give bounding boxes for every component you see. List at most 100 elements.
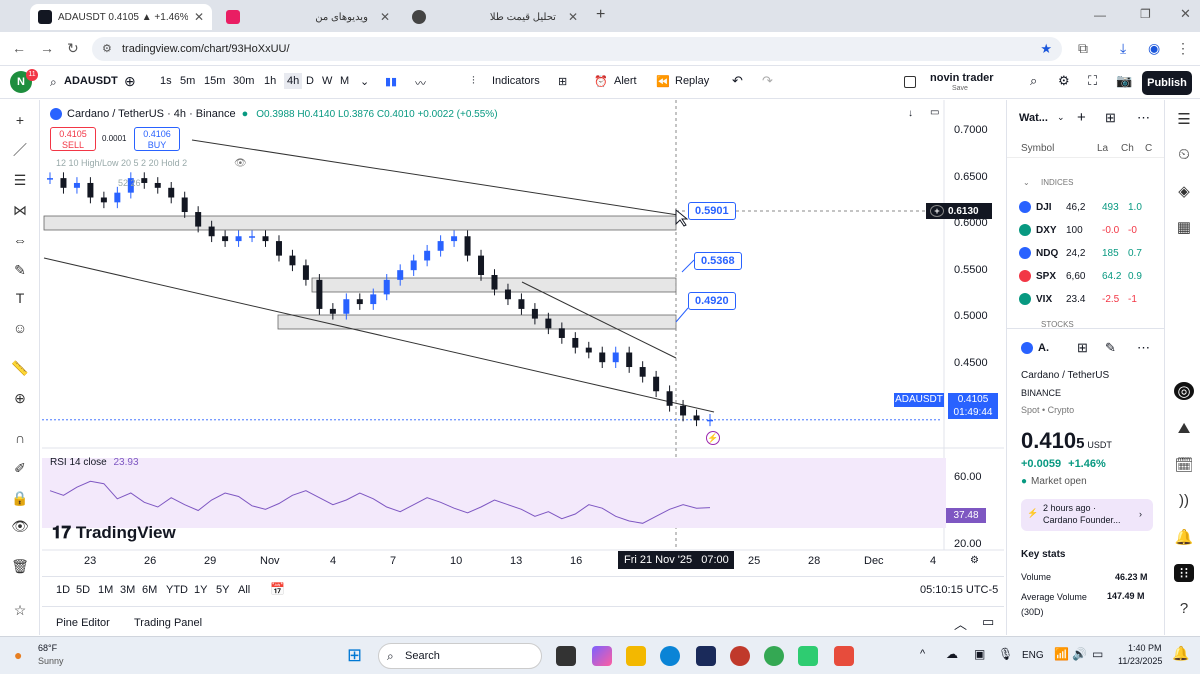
emoji-icon[interactable]: ☺ — [10, 318, 30, 338]
onedrive-icon[interactable]: ☁ — [946, 647, 958, 661]
forward-icon[interactable]: → — [40, 40, 54, 56]
camtasia-green-icon[interactable] — [798, 646, 818, 666]
calendar-icon[interactable]: 📅 — [270, 582, 285, 596]
wifi-icon[interactable]: 📶 — [1054, 647, 1069, 661]
extensions-icon[interactable]: ⧉ — [1078, 40, 1088, 57]
interval-1h[interactable]: 1h — [264, 75, 276, 87]
trash-icon[interactable]: 🗑 — [10, 556, 30, 576]
text-icon[interactable]: T — [10, 288, 30, 308]
alert-button[interactable]: Alert — [614, 75, 637, 87]
help-icon[interactable]: ? — [1174, 600, 1194, 617]
new-tab-icon[interactable]: + — [596, 6, 605, 24]
section-chevron-icon[interactable]: ⌄ — [1023, 178, 1030, 187]
copilot-icon[interactable] — [592, 646, 612, 666]
redo-icon[interactable]: ↷ — [762, 73, 773, 89]
maximize-panel-icon[interactable]: ▭ — [982, 614, 994, 630]
range-1Y[interactable]: 1Y — [194, 584, 207, 596]
watchlist-icon[interactable]: ☰ — [1174, 110, 1194, 128]
reload-icon[interactable]: ↻ — [67, 40, 79, 57]
taskbar-search[interactable]: ⌕ Search — [378, 643, 542, 669]
windows-start-icon[interactable]: ⊞ — [347, 645, 362, 666]
store-icon[interactable] — [696, 646, 716, 666]
interval-M[interactable]: M — [340, 75, 349, 87]
battery-icon[interactable]: ▭ — [1092, 647, 1103, 661]
url-field[interactable]: ⚙ tradingview.com/chart/93HoXxUU/ ★ — [92, 37, 1062, 61]
restore-icon[interactable]: ❐ — [1140, 7, 1151, 21]
more-options-icon[interactable]: ⋯ — [1137, 110, 1150, 126]
search-icon[interactable]: ⌕ — [50, 75, 57, 90]
feed-icon[interactable]: )) — [1174, 492, 1194, 509]
axis-settings-icon[interactable]: ⚙ — [970, 555, 979, 566]
language-indicator[interactable]: ENG — [1022, 650, 1044, 661]
alarm-icon[interactable]: ⏰ — [594, 75, 608, 88]
settings-gear-icon[interactable]: ⚙ — [1058, 73, 1070, 89]
chart-pane[interactable]: Cardano / TetherUS · 4h · Binance ● O0.3… — [42, 100, 1004, 575]
lock-drawing-icon[interactable]: ✐ — [10, 458, 30, 478]
section-indices[interactable]: INDICES — [1041, 178, 1073, 187]
col-last[interactable]: La — [1097, 143, 1108, 154]
site-info-icon[interactable]: ⚙ — [102, 37, 112, 61]
price-annotation[interactable]: 0.4920 — [688, 292, 736, 310]
eye-icon[interactable]: 👁 — [234, 158, 247, 169]
weather-sun-icon[interactable]: ● — [14, 647, 22, 663]
watchlist-row[interactable]: DJI 46,2 493 1.0 — [1019, 198, 1159, 216]
range-5Y[interactable]: 5Y — [216, 584, 229, 596]
weather-text[interactable]: Sunny — [38, 656, 64, 666]
lock-icon[interactable]: 🔒 — [10, 488, 30, 508]
more-options-icon[interactable]: ⋯ — [1137, 340, 1150, 356]
mic-icon[interactable]: 🎙 — [998, 647, 1013, 661]
calendar-icon[interactable]: 🗓 — [1174, 456, 1194, 474]
screen-icon[interactable]: ▣ — [974, 647, 985, 661]
layers-icon[interactable]: ◈ — [1174, 182, 1194, 200]
buy-button[interactable]: 0.4106 BUY — [134, 127, 180, 151]
close-icon[interactable]: ✕ — [380, 10, 390, 24]
crosshair-icon[interactable]: + — [10, 110, 30, 130]
publish-button[interactable]: Publish — [1142, 71, 1192, 95]
weather-temp[interactable]: 68°F — [38, 643, 57, 653]
interval-D[interactable]: D — [306, 75, 314, 87]
fullscreen-icon[interactable]: ⛶ — [1088, 73, 1097, 89]
back-icon[interactable]: ← — [12, 40, 26, 56]
trendline-icon[interactable]: ／ — [10, 140, 30, 160]
camtasia-red-icon[interactable] — [834, 646, 854, 666]
interval-W[interactable]: W — [322, 75, 332, 87]
watchlist-title[interactable]: Wat... — [1019, 112, 1048, 124]
watchlist-row[interactable]: VIX 23.4 -2.5 -1 — [1019, 290, 1159, 308]
trading-panel-tab[interactable]: Trading Panel — [134, 617, 202, 629]
browser-tab[interactable]: ویدیوهای من ✕ — [218, 4, 398, 30]
news-card[interactable]: ⚡ 2 hours ago · Cardano Founder... › — [1021, 499, 1153, 531]
close-icon[interactable]: ✕ — [568, 10, 578, 24]
alerts-clock-icon[interactable]: ⏲ — [1174, 146, 1194, 163]
indicators-icon[interactable]: ⫶ — [472, 75, 475, 88]
chrome-icon[interactable] — [764, 646, 784, 666]
range-3M[interactable]: 3M — [120, 584, 135, 596]
col-change[interactable]: Ch — [1121, 143, 1134, 154]
compare-add-icon[interactable]: ⊕ — [124, 73, 136, 90]
projection-icon[interactable]: ⇔ — [10, 230, 30, 250]
browser-tab-active[interactable]: ADAUSDT 0.4105 ▲ +1.46% no ✕ — [30, 4, 212, 30]
hotlist-icon[interactable]: ⛰ — [1174, 420, 1194, 437]
interval-dropdown-icon[interactable]: ⌄ — [360, 75, 369, 88]
task-view-icon[interactable] — [556, 646, 576, 666]
pine-editor-tab[interactable]: Pine Editor — [56, 617, 110, 629]
price-annotation[interactable]: 0.5901 — [688, 202, 736, 220]
fib-icon[interactable]: ☰ — [10, 170, 30, 190]
magnet-icon[interactable]: ∩ — [10, 428, 30, 448]
browser-tab[interactable]: تحلیل قیمت طلا ✕ — [404, 4, 586, 30]
minimize-icon[interactable]: — — [1094, 8, 1106, 22]
grid-icon[interactable]: ⊞ — [1077, 340, 1088, 356]
clock-date[interactable]: 11/23/2025 — [1118, 656, 1162, 666]
downloads-icon[interactable]: ⤓ — [1120, 40, 1126, 57]
file-explorer-icon[interactable] — [626, 646, 646, 666]
notifications-bell-icon[interactable]: 🔔 — [1174, 528, 1194, 546]
line-chart-icon[interactable]: 〰 — [415, 75, 426, 91]
favorites-star-icon[interactable]: ☆ — [10, 600, 30, 620]
quick-search-icon[interactable]: ⌕ — [1030, 73, 1037, 89]
pattern-icon[interactable]: ⋈ — [10, 200, 30, 220]
templates-icon[interactable]: ⊞ — [558, 75, 567, 88]
data-window-icon[interactable]: ▦ — [1174, 218, 1194, 236]
range-1D[interactable]: 1D — [56, 584, 70, 596]
layout-name[interactable]: novin trader — [930, 72, 994, 84]
bookmark-star-icon[interactable]: ★ — [1040, 37, 1052, 61]
range-6M[interactable]: 6M — [142, 584, 157, 596]
